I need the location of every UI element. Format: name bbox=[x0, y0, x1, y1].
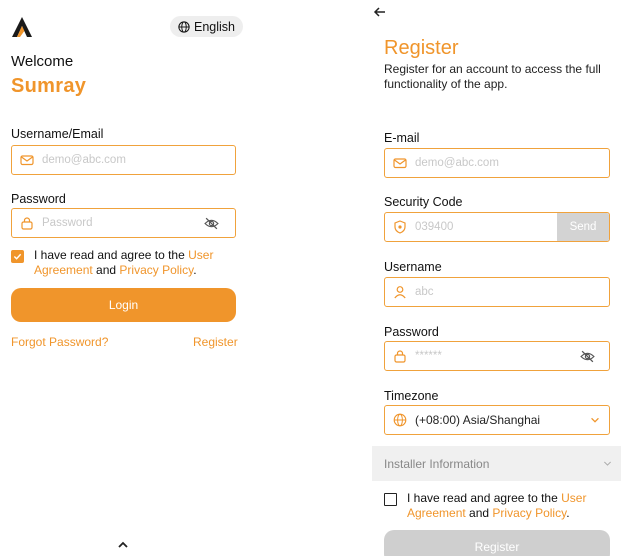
language-label: English bbox=[194, 19, 235, 34]
privacy-policy-link[interactable]: Privacy Policy bbox=[492, 506, 566, 520]
language-selector[interactable]: English bbox=[170, 16, 243, 37]
register-title: Register bbox=[384, 37, 459, 59]
username-label: Username/Email bbox=[11, 127, 104, 141]
eye-off-icon[interactable] bbox=[580, 349, 595, 364]
agreement-suffix: . bbox=[193, 263, 197, 277]
mail-icon bbox=[20, 155, 34, 166]
email-field[interactable]: demo@abc.com bbox=[384, 148, 610, 178]
back-arrow-icon[interactable] bbox=[372, 4, 388, 20]
lock-icon bbox=[394, 350, 406, 363]
forgot-password-link[interactable]: Forgot Password? bbox=[11, 335, 108, 349]
login-button[interactable]: Login bbox=[11, 288, 236, 322]
username-field[interactable]: demo@abc.com bbox=[11, 145, 236, 175]
security-code-label: Security Code bbox=[384, 195, 463, 209]
password-field[interactable]: ****** bbox=[384, 341, 610, 371]
password-label: Password bbox=[11, 192, 66, 206]
agreement-suffix: . bbox=[566, 506, 570, 520]
lock-icon bbox=[21, 217, 33, 230]
agreement-prefix: I have read and agree to the bbox=[407, 491, 562, 505]
register-button[interactable]: Register bbox=[384, 530, 610, 556]
shield-icon bbox=[394, 220, 406, 234]
installer-info-section[interactable]: Installer Information bbox=[372, 446, 621, 481]
username-field[interactable]: abc bbox=[384, 277, 610, 307]
register-link[interactable]: Register bbox=[193, 335, 238, 349]
eye-off-icon[interactable] bbox=[204, 216, 219, 231]
agreement-prefix: I have read and agree to the bbox=[34, 248, 189, 262]
timezone-select[interactable]: (+08:00) Asia/Shanghai bbox=[384, 405, 610, 435]
username-placeholder: demo@abc.com bbox=[42, 154, 126, 166]
password-field[interactable]: Password bbox=[11, 208, 236, 238]
agreement-checkbox[interactable] bbox=[11, 250, 24, 263]
email-label: E-mail bbox=[384, 131, 420, 145]
security-code-field[interactable]: 039400 Send bbox=[384, 212, 610, 242]
timezone-label: Timezone bbox=[384, 389, 439, 403]
timezone-icon bbox=[393, 413, 407, 427]
send-code-button[interactable]: Send bbox=[557, 213, 609, 241]
register-subtitle: Register for an account to access the fu… bbox=[384, 62, 601, 91]
timezone-value: (+08:00) Asia/Shanghai bbox=[415, 413, 541, 427]
mail-icon bbox=[393, 158, 407, 169]
username-placeholder: abc bbox=[415, 286, 434, 298]
register-screen: Register Register for an account to acce… bbox=[372, 0, 621, 556]
agreement-and: and bbox=[465, 506, 493, 520]
logo-icon bbox=[12, 17, 32, 37]
installer-info-label: Installer Information bbox=[384, 456, 490, 471]
login-screen: English Welcome Sumray Username/Email de… bbox=[0, 0, 248, 556]
password-label: Password bbox=[384, 325, 439, 339]
chevron-down-icon bbox=[591, 417, 599, 423]
check-icon bbox=[13, 253, 22, 260]
globe-icon bbox=[178, 20, 190, 33]
agreement-checkbox[interactable] bbox=[384, 493, 397, 506]
brand-title: Sumray bbox=[11, 75, 87, 97]
agreement-and: and bbox=[92, 263, 120, 277]
username-label: Username bbox=[384, 260, 442, 274]
password-placeholder: Password bbox=[42, 217, 93, 229]
email-placeholder: demo@abc.com bbox=[415, 157, 499, 169]
welcome-text: Welcome bbox=[11, 53, 74, 70]
chevron-down-icon bbox=[603, 461, 612, 466]
agreement-text: I have read and agree to the User Agreem… bbox=[34, 248, 236, 278]
password-placeholder: ****** bbox=[415, 350, 442, 362]
chevron-up-icon[interactable] bbox=[114, 538, 132, 552]
user-icon bbox=[394, 286, 406, 299]
privacy-policy-link[interactable]: Privacy Policy bbox=[119, 263, 193, 277]
agreement-row: I have read and agree to the User Agreem… bbox=[384, 491, 612, 521]
agreement-row: I have read and agree to the User Agreem… bbox=[11, 248, 236, 278]
agreement-text: I have read and agree to the User Agreem… bbox=[407, 491, 612, 521]
